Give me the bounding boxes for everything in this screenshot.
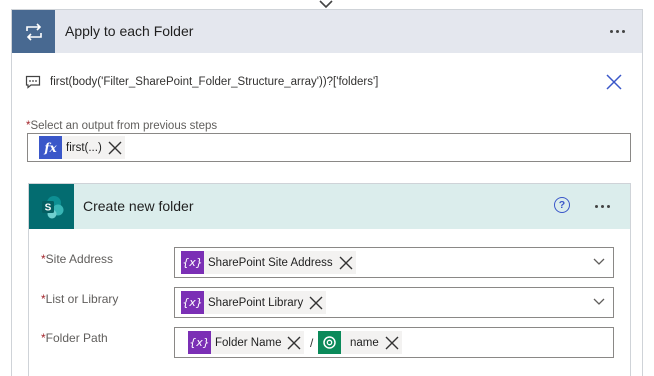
output-token-label: first(...) bbox=[66, 141, 102, 154]
create-new-folder-card: S Create new folder ? *Site Address {x} … bbox=[28, 183, 631, 376]
fx-icon: fx bbox=[39, 136, 62, 159]
list-or-library-label: *List or Library bbox=[41, 292, 119, 306]
variable-icon: {x} bbox=[181, 251, 204, 274]
folder-path-label: *Folder Path bbox=[41, 331, 108, 345]
path-separator: / bbox=[310, 336, 314, 350]
list-or-library-field[interactable]: {x} SharePoint Library bbox=[174, 287, 614, 318]
apply-to-each-card: Apply to each Folder first(body('Filter_… bbox=[11, 9, 643, 376]
remove-token-icon[interactable] bbox=[338, 255, 354, 271]
loop-icon bbox=[12, 10, 55, 53]
folder-path-field[interactable]: {x} Folder Name / name bbox=[174, 327, 614, 358]
sharepoint-icon: S bbox=[29, 184, 74, 229]
action-more-options-button[interactable] bbox=[595, 205, 610, 208]
list-or-library-token[interactable]: {x} SharePoint Library bbox=[181, 291, 327, 314]
site-address-field[interactable]: {x} SharePoint Site Address bbox=[174, 247, 614, 278]
create-new-folder-header[interactable]: S Create new folder ? bbox=[29, 184, 630, 229]
chevron-down-icon[interactable] bbox=[593, 258, 605, 266]
folder-name-token-label: Folder Name bbox=[215, 336, 282, 349]
loop-expression-text: first(body('Filter_SharePoint_Folder_Str… bbox=[50, 76, 379, 88]
svg-text:S: S bbox=[44, 202, 51, 213]
variable-icon: {x} bbox=[181, 291, 204, 314]
create-new-folder-title: Create new folder bbox=[83, 198, 194, 214]
remove-token-icon[interactable] bbox=[384, 335, 400, 351]
site-address-token[interactable]: {x} SharePoint Site Address bbox=[181, 251, 356, 274]
output-token[interactable]: fx first(...) bbox=[39, 136, 125, 159]
remove-token-icon[interactable] bbox=[286, 335, 302, 351]
remove-token-icon[interactable] bbox=[308, 295, 324, 311]
dataverse-icon bbox=[318, 331, 341, 354]
name-token-label: name bbox=[350, 336, 379, 349]
apply-to-each-title: Apply to each Folder bbox=[65, 23, 194, 39]
close-icon[interactable] bbox=[605, 73, 623, 91]
apply-to-each-header[interactable]: Apply to each Folder bbox=[12, 10, 642, 53]
comment-icon[interactable] bbox=[25, 75, 41, 89]
loop-more-options-button[interactable] bbox=[610, 30, 625, 33]
site-address-token-label: SharePoint Site Address bbox=[208, 256, 333, 269]
output-field[interactable]: fx first(...) bbox=[27, 133, 631, 162]
chevron-down-icon[interactable] bbox=[593, 298, 605, 306]
site-address-label: *Site Address bbox=[41, 252, 114, 266]
folder-name-token[interactable]: {x} Folder Name bbox=[188, 331, 305, 354]
list-or-library-token-label: SharePoint Library bbox=[208, 296, 304, 309]
variable-icon: {x} bbox=[188, 331, 211, 354]
output-field-label: *Select an output from previous steps bbox=[26, 120, 218, 132]
name-token[interactable]: name bbox=[318, 331, 402, 354]
remove-token-icon[interactable] bbox=[107, 140, 123, 156]
help-icon[interactable]: ? bbox=[554, 197, 570, 213]
